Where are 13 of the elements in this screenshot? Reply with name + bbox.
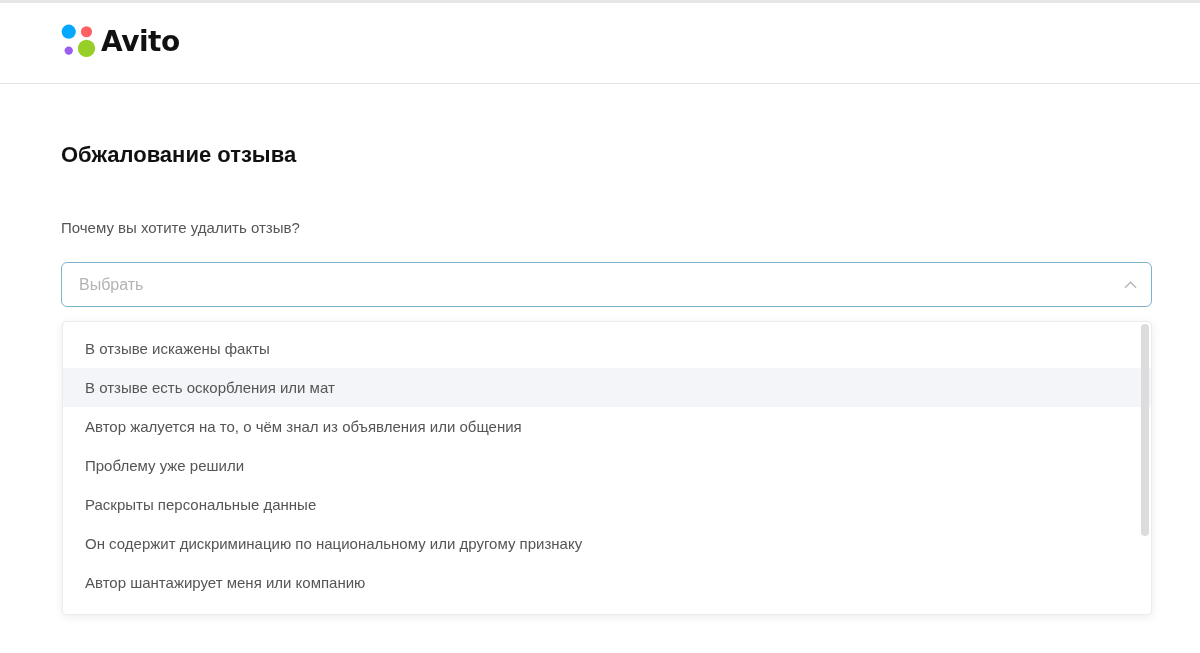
option-item[interactable]: Автор жалуется на то, о чём знал из объявления или общения — [63, 407, 1151, 446]
question-label: Почему вы хотите удалить отзыв? — [61, 219, 301, 237]
logo-link[interactable]: Avito — [61, 24, 180, 58]
page-title: Обжалование отзыва — [61, 141, 298, 169]
option-item[interactable]: В отзыве есть оскорбления или мат — [63, 368, 1151, 407]
option-item[interactable]: Раскрыты персональные данные — [63, 485, 1151, 524]
option-item[interactable]: В отзыве искажены факты — [63, 329, 1151, 368]
chevron-icon — [1124, 280, 1137, 289]
option-item[interactable]: Автор шантажирует меня или компанию — [63, 563, 1151, 602]
option-item[interactable]: Он содержит дискриминацию по национальному или другому признаку — [63, 524, 1151, 563]
colored-dots-icon — [61, 24, 95, 58]
option-item[interactable]: Проблему уже решили — [63, 446, 1151, 485]
scrollbar[interactable] — [1141, 324, 1149, 536]
